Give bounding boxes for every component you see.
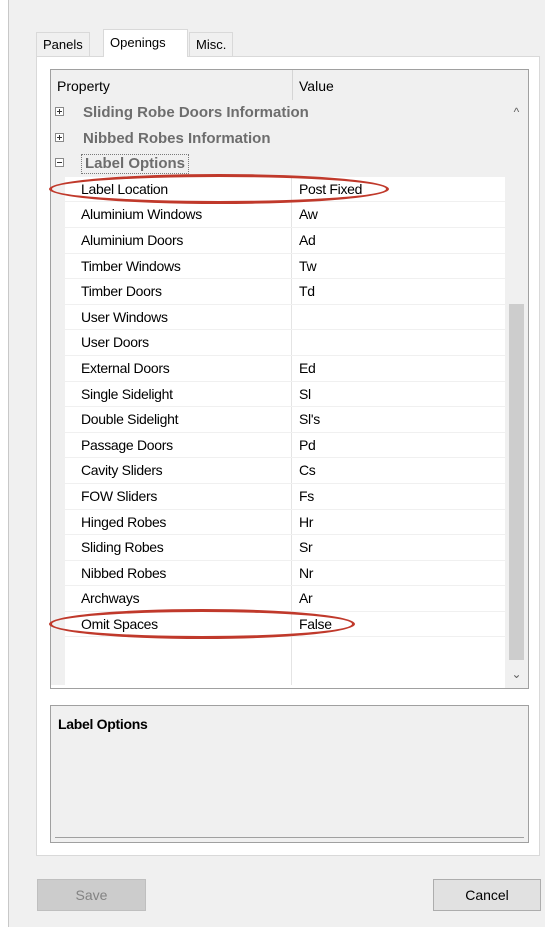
property-value[interactable]: Ar [299, 586, 313, 612]
property-value[interactable]: Sl [299, 382, 311, 408]
grid-rows: Sliding Robe Doors Information Nibbed Ro… [51, 100, 505, 638]
scrollbar-thumb[interactable] [509, 304, 524, 660]
expand-plus-icon[interactable] [55, 132, 64, 142]
category-label-options[interactable]: Label Options [51, 151, 505, 177]
category-nibbed-robes[interactable]: Nibbed Robes Information [51, 125, 505, 152]
grid-row[interactable]: Cavity Sliders Cs [51, 458, 505, 484]
chevron-down-icon[interactable]: ⌄ [505, 664, 528, 684]
grid-row[interactable]: FOW Sliders Fs [51, 483, 505, 510]
property-name: External Doors [81, 359, 170, 376]
grid-row[interactable]: Nibbed Robes Nr [51, 560, 505, 587]
property-value[interactable]: Sl's [299, 407, 320, 433]
category-label: Nibbed Robes Information [83, 129, 271, 147]
grid-header: Property Value [51, 70, 528, 101]
save-button[interactable]: Save [37, 879, 146, 911]
property-value[interactable]: Ed [299, 356, 316, 382]
grid-row[interactable]: Double Sidelight Sl's [51, 407, 505, 433]
category-label: Label Options [81, 154, 190, 175]
property-name: Passage Doors [81, 436, 173, 453]
property-name: User Windows [81, 308, 168, 325]
grid-row[interactable]: Hinged Robes Hr [51, 509, 505, 536]
grid-row[interactable]: Timber Doors Td [51, 279, 505, 305]
property-value[interactable]: Pd [299, 433, 316, 459]
property-value[interactable]: Ad [299, 228, 316, 254]
property-value[interactable]: Post Fixed [299, 177, 362, 203]
property-value[interactable]: Td [299, 279, 315, 305]
grid-row[interactable]: Timber Windows Tw [51, 253, 505, 280]
grid-row[interactable]: Passage Doors Pd [51, 432, 505, 459]
grid-row[interactable]: Aluminium Doors Ad [51, 227, 505, 254]
property-name: Nibbed Robes [81, 564, 167, 581]
property-name: Timber Doors [81, 283, 162, 300]
grid-row[interactable]: Single Sidelight Sl [51, 381, 505, 408]
collapse-minus-icon[interactable] [55, 158, 64, 168]
category-label: Sliding Robe Doors Information [83, 104, 309, 121]
grid-row[interactable]: Label Location Post Fixed [51, 176, 505, 203]
grid-row[interactable]: User Doors [51, 330, 505, 356]
property-name: Single Sidelight [81, 385, 173, 402]
property-name: FOW Sliders [81, 487, 158, 504]
grid-row[interactable]: Aluminium Windows Aw [51, 202, 505, 228]
property-value[interactable]: Fs [299, 484, 314, 510]
description-title: Label Options [58, 716, 148, 732]
expand-plus-icon[interactable] [55, 107, 64, 116]
property-name: Double Sidelight [81, 411, 179, 428]
description-pane: Label Options [50, 705, 529, 843]
property-name: Archways [81, 590, 140, 607]
property-value[interactable]: Hr [299, 510, 313, 536]
property-name: Timber Windows [81, 257, 181, 274]
cancel-button[interactable]: Cancel [433, 879, 541, 911]
property-name: Aluminium Doors [81, 231, 184, 248]
property-value[interactable]: Cs [299, 458, 316, 484]
options-dialog: Panels Openings Misc. Property Value Sli… [8, 0, 545, 927]
property-name: Label Location [81, 180, 168, 197]
property-value[interactable]: Tw [299, 254, 317, 280]
property-value[interactable]: Nr [299, 561, 313, 587]
property-value[interactable]: Sr [299, 535, 313, 561]
property-column-header[interactable]: Property [51, 70, 293, 100]
tab-openings[interactable]: Openings [103, 29, 188, 57]
category-sliding-robe-doors[interactable]: Sliding Robe Doors Information [51, 100, 505, 126]
tab-panels[interactable]: Panels [36, 32, 90, 56]
property-value[interactable]: Aw [299, 202, 318, 228]
property-name: Hinged Robes [81, 513, 167, 530]
tab-misc[interactable]: Misc. [189, 32, 234, 56]
description-divider [55, 837, 524, 838]
property-name: Sliding Robes [81, 539, 164, 556]
grid-row[interactable]: User Windows [51, 304, 505, 331]
value-column-header[interactable]: Value [293, 70, 528, 100]
property-name: Cavity Sliders [81, 462, 163, 479]
grid-empty-area [51, 625, 505, 685]
grid-row[interactable]: External Doors Ed [51, 355, 505, 382]
property-name: Aluminium Windows [81, 206, 202, 223]
property-name: User Doors [81, 334, 149, 351]
grid-row[interactable]: Sliding Robes Sr [51, 535, 505, 561]
chevron-up-icon[interactable]: ^ [505, 102, 528, 122]
property-grid[interactable]: Property Value Sliding Robe Doors Inform… [50, 69, 529, 689]
grid-row[interactable]: Archways Ar [51, 586, 505, 612]
openings-tab-panel: Property Value Sliding Robe Doors Inform… [36, 56, 540, 856]
grid-vertical-scrollbar[interactable]: ^ ⌄ [505, 100, 528, 688]
